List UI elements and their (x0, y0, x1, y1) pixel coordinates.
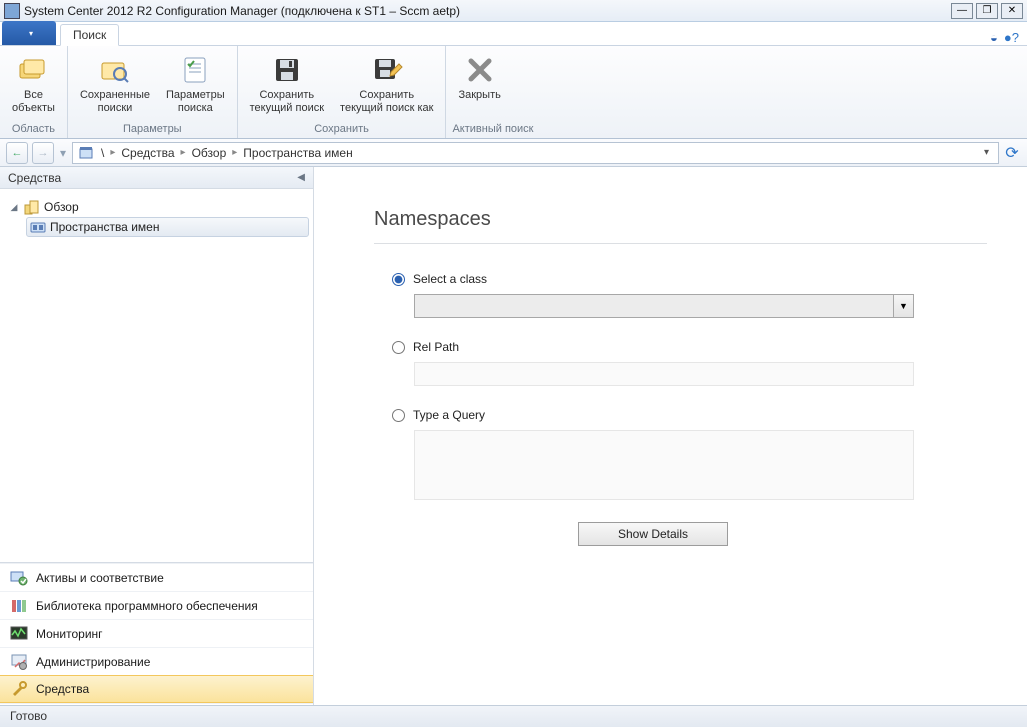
wunderbar-tools[interactable]: Средства (0, 675, 313, 703)
tree-item-namespaces[interactable]: Пространства имен (26, 217, 309, 237)
tab-search[interactable]: Поиск (60, 24, 119, 46)
group-scope-label: Область (6, 121, 61, 138)
assets-icon (10, 569, 28, 587)
rel-path-input[interactable] (414, 362, 914, 386)
group-save-label: Сохранить (244, 121, 440, 138)
help-icon[interactable]: ●? (1004, 30, 1019, 45)
status-bar: Готово (0, 705, 1027, 727)
radio-rel-path[interactable]: Rel Path (392, 340, 914, 354)
address-dropdown-icon[interactable]: ▾ (981, 147, 992, 158)
radio-select-class-input[interactable] (392, 273, 405, 286)
combobox-dropdown-icon[interactable]: ▼ (894, 294, 914, 318)
close-window-button[interactable]: ✕ (1001, 3, 1023, 19)
namespace-icon (30, 219, 46, 235)
wunderbar-monitoring[interactable]: Мониторинг (0, 619, 313, 647)
breadcrumb-seg-overview[interactable]: Обзор (192, 146, 227, 160)
save-current-button[interactable]: Сохранить текущий поиск (244, 50, 330, 121)
file-menu-tab[interactable] (2, 21, 56, 45)
overview-icon (24, 199, 40, 215)
admin-icon (10, 653, 28, 671)
page-heading: Namespaces (374, 208, 987, 244)
radio-type-query[interactable]: Type a Query (392, 408, 914, 422)
minimize-button[interactable]: — (951, 3, 973, 19)
nav-history-dropdown[interactable]: ▾ (58, 146, 68, 160)
content-pane: Namespaces Select a class ▼ Rel Path (314, 167, 1027, 721)
radio-select-class[interactable]: Select a class (392, 272, 914, 286)
search-params-button[interactable]: Параметры поиска (160, 50, 231, 121)
wunderbar-admin[interactable]: Администрирование (0, 647, 313, 675)
close-x-icon (464, 54, 496, 86)
group-params-label: Параметры (74, 121, 231, 138)
ribbon-tabstrip: Поиск ◒ ●? (0, 22, 1027, 46)
wunderbar-assets[interactable]: Активы и соответствие (0, 563, 313, 591)
all-objects-button[interactable]: Все объекты (6, 50, 61, 121)
tools-icon (10, 680, 28, 698)
radio-rel-path-input[interactable] (392, 341, 405, 354)
ribbon: Все объекты Область Сохраненные поиски П… (0, 46, 1027, 139)
group-active-label: Активный поиск (452, 121, 533, 138)
nav-back-button[interactable]: ← (6, 142, 28, 164)
folder-stack-icon (17, 54, 49, 86)
query-textarea[interactable] (414, 430, 914, 500)
sidebar-header: Средства ◀ (0, 167, 313, 189)
navigation-tree: ◢ Обзор Пространства имен (0, 189, 313, 562)
breadcrumb-seg-namespaces[interactable]: Пространства имен (243, 146, 352, 160)
breadcrumb-seg-root[interactable]: Средства (121, 146, 174, 160)
monitoring-icon (10, 625, 28, 643)
nav-forward-button[interactable]: → (32, 142, 54, 164)
floppy-icon (271, 54, 303, 86)
folder-search-icon (99, 54, 131, 86)
ribbon-expand-icon[interactable]: ◒ (990, 30, 998, 45)
status-text: Готово (10, 709, 47, 723)
tree-expander-icon[interactable]: ◢ (8, 202, 20, 213)
app-icon (4, 3, 20, 19)
tree-item-overview[interactable]: ◢ Обзор (4, 197, 309, 217)
close-search-button[interactable]: Закрыть (452, 50, 506, 121)
list-params-icon (179, 54, 211, 86)
title-bar: System Center 2012 R2 Configuration Mana… (0, 0, 1027, 22)
class-combobox[interactable]: ▼ (414, 294, 914, 318)
breadcrumb-root-icon (79, 146, 95, 160)
show-details-button[interactable]: Show Details (578, 522, 728, 546)
sidebar: Средства ◀ ◢ Обзор Пространства имен (0, 167, 314, 721)
save-as-button[interactable]: Сохранить текущий поиск как (334, 50, 439, 121)
breadcrumb-bar[interactable]: \ ▸ Средства ▸ Обзор ▸ Пространства имен… (72, 142, 999, 164)
sidebar-collapse-icon[interactable]: ◀ (297, 172, 305, 183)
saved-searches-button[interactable]: Сохраненные поиски (74, 50, 156, 121)
maximize-button[interactable]: ❐ (976, 3, 998, 19)
window-title: System Center 2012 R2 Configuration Mana… (24, 4, 951, 18)
wunderbar: Активы и соответствие Библиотека програм… (0, 562, 313, 721)
class-combobox-input[interactable] (414, 294, 894, 318)
radio-type-query-input[interactable] (392, 409, 405, 422)
navigation-bar: ← → ▾ \ ▸ Средства ▸ Обзор ▸ Пространств… (0, 139, 1027, 167)
refresh-button[interactable]: ⟳ (1003, 144, 1021, 162)
floppy-pencil-icon (371, 54, 403, 86)
wunderbar-software[interactable]: Библиотека программного обеспечения (0, 591, 313, 619)
software-library-icon (10, 597, 28, 615)
